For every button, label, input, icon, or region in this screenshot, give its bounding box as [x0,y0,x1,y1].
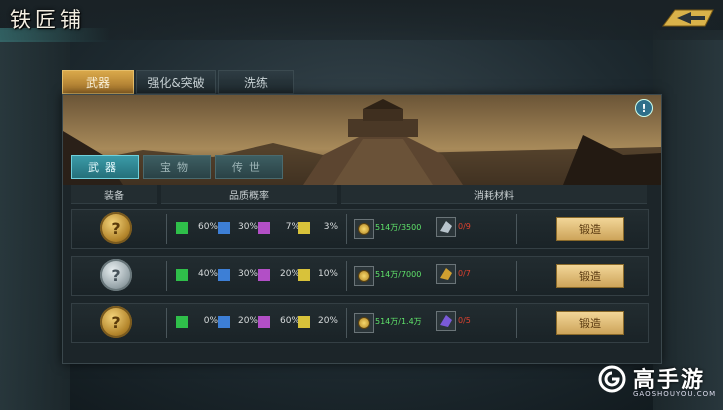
quality-swatch [218,222,230,234]
column-divider [166,261,167,291]
subtab-treasure[interactable]: 宝物 [143,155,211,179]
header-equipment: 装备 [71,185,157,204]
quality-probability: 0% [203,316,218,326]
quality-swatch [218,316,230,328]
coin-cost: 514万/7000 [375,270,422,279]
header-materials: 消耗材料 [341,185,647,204]
tab-weapon[interactable]: 武器 [62,70,134,94]
watermark-url: GAOSHOUYOU.COM [633,390,717,398]
quality-swatch [258,222,270,234]
gaoshouyou-logo-icon [598,365,626,393]
quality-probability: 40% [197,269,218,279]
quality-probability: 7% [285,222,300,232]
coin-cost: 514万/3500 [375,223,422,232]
quality-probability: 20% [317,316,338,326]
quality-swatch [218,269,230,281]
column-divider [516,261,517,291]
column-divider [346,308,347,338]
top-banner: 铁匠铺 [0,0,723,42]
quality-swatch [176,222,188,234]
header-quality-probability: 品质概率 [161,185,337,204]
quality-probability: 30% [237,222,258,232]
quality-probability: 60% [279,316,300,326]
tab-refine[interactable]: 洗练 [218,70,294,94]
page-title: 铁匠铺 [10,8,85,32]
quality-swatch [258,316,270,328]
background-left [0,30,70,410]
coin-cost: 514万/1.4万 [375,317,422,326]
column-divider [166,214,167,244]
mystery-gold-coin-icon[interactable]: ? [100,306,132,338]
quality-probability: 30% [237,269,258,279]
quality-probability: 10% [317,269,338,279]
watermark: 高手游 GAOSHOUYOU.COM [597,360,717,404]
material-count: 0/7 [458,269,471,278]
copper-coin-icon [354,313,374,333]
forge-button[interactable]: 锻造 [556,217,624,241]
column-divider [516,214,517,244]
quality-swatch [298,269,310,281]
mystery-gold-coin-icon[interactable]: ? [100,212,132,244]
quality-swatch [298,222,310,234]
column-divider [346,261,347,291]
quality-probability: 60% [197,222,218,232]
quality-swatch [176,316,188,328]
quality-swatch [258,269,270,281]
material-count: 0/9 [458,222,471,231]
subtab-heirloom[interactable]: 传世 [215,155,283,179]
subtab-weapon[interactable]: 武器 [71,155,139,179]
table-row: ? 0% 20% 60% 20% 514万/1.4万 0/5 锻造 [71,303,649,343]
purple-ore-icon[interactable] [436,311,456,331]
tab-enhance-breakthrough[interactable]: 强化&突破 [136,70,216,94]
quality-swatch [298,316,310,328]
material-count: 0/5 [458,316,471,325]
forge-button[interactable]: 锻造 [556,311,624,335]
forge-button[interactable]: 锻造 [556,264,624,288]
gold-ore-icon[interactable] [436,264,456,284]
back-arrow-icon[interactable] [661,6,715,28]
quality-probability: 20% [279,269,300,279]
column-divider [516,308,517,338]
column-divider [166,308,167,338]
forge-panel: ! 武器 宝物 传世 装备 品质概率 消耗材料 ? 60% 30% 7% 3% 514万/… [62,94,662,364]
copper-coin-icon [354,219,374,239]
background-right [653,30,723,410]
mystery-silver-coin-icon[interactable]: ? [100,259,132,291]
quality-probability: 3% [323,222,338,232]
silver-ore-icon[interactable] [436,217,456,237]
quality-probability: 20% [237,316,258,326]
table-row: ? 60% 30% 7% 3% 514万/3500 0/9 锻造 [71,209,649,249]
quality-swatch [176,269,188,281]
table-row: ? 40% 30% 20% 10% 514万/7000 0/7 锻造 [71,256,649,296]
info-icon[interactable]: ! [635,99,653,117]
column-divider [346,214,347,244]
copper-coin-icon [354,266,374,286]
